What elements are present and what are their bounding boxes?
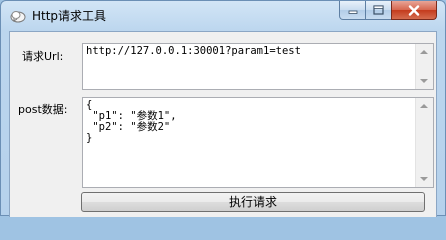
maximize-icon bbox=[373, 5, 384, 15]
post-data-input[interactable]: { "p1": "参数1", "p2": "参数2" } bbox=[82, 97, 434, 188]
url-label: 请求Url: bbox=[22, 50, 64, 63]
client-area: 请求Url: http://127.0.0.1:30001?param1=tes… bbox=[9, 31, 437, 217]
scroll-up-icon[interactable] bbox=[420, 104, 428, 108]
maximize-button[interactable] bbox=[365, 1, 392, 20]
post-scrollbar[interactable] bbox=[415, 98, 433, 187]
app-window: Http请求工具 请求Url: http://127.0.0.1:30001?p… bbox=[0, 0, 446, 217]
url-input-text: http://127.0.0.1:30001?param1=test bbox=[86, 46, 301, 57]
minimize-button[interactable] bbox=[339, 1, 366, 20]
post-label: post数据: bbox=[18, 103, 68, 116]
minimize-icon bbox=[348, 10, 357, 14]
close-button[interactable] bbox=[391, 1, 437, 20]
url-input[interactable]: http://127.0.0.1:30001?param1=test bbox=[82, 43, 434, 90]
scroll-down-icon[interactable] bbox=[420, 177, 428, 181]
window-title: Http请求工具 bbox=[32, 9, 107, 23]
app-icon bbox=[10, 11, 26, 23]
scroll-down-icon[interactable] bbox=[420, 79, 428, 83]
title-bar[interactable]: Http请求工具 bbox=[1, 1, 445, 31]
scroll-up-icon[interactable] bbox=[420, 50, 428, 54]
post-data-text: { "p1": "参数1", "p2": "参数2" } bbox=[86, 100, 177, 144]
execute-request-button[interactable]: 执行请求 bbox=[81, 192, 425, 212]
close-icon bbox=[408, 4, 420, 16]
url-scrollbar[interactable] bbox=[415, 44, 433, 89]
